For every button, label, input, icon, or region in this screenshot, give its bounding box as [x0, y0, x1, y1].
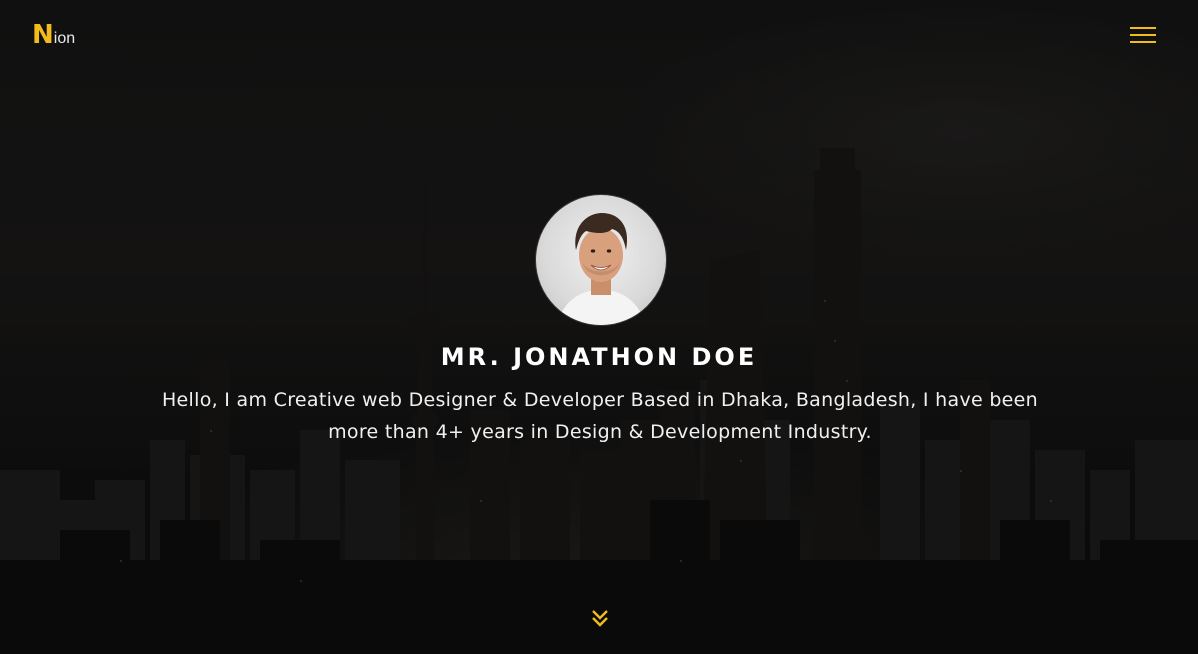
hero-section: N ion MR. JONATHON DOE Hello, I am Creat… [0, 0, 1198, 654]
double-chevron-down-icon[interactable] [588, 606, 612, 630]
logo-letter: N [32, 20, 54, 50]
profile-name: MR. JONATHON DOE [440, 343, 758, 371]
profile-avatar [536, 195, 666, 325]
menu-bar-top [1130, 27, 1156, 29]
site-logo[interactable]: N ion [32, 22, 75, 48]
menu-bar-bottom [1130, 41, 1156, 43]
person-portrait-icon [556, 213, 646, 325]
dark-overlay [0, 0, 1198, 654]
menu-bar-middle [1130, 34, 1156, 36]
logo-text: ion [53, 30, 76, 47]
hamburger-menu-icon[interactable] [1130, 27, 1156, 45]
profile-bio: Hello, I am Creative web Designer & Deve… [161, 389, 1039, 443]
